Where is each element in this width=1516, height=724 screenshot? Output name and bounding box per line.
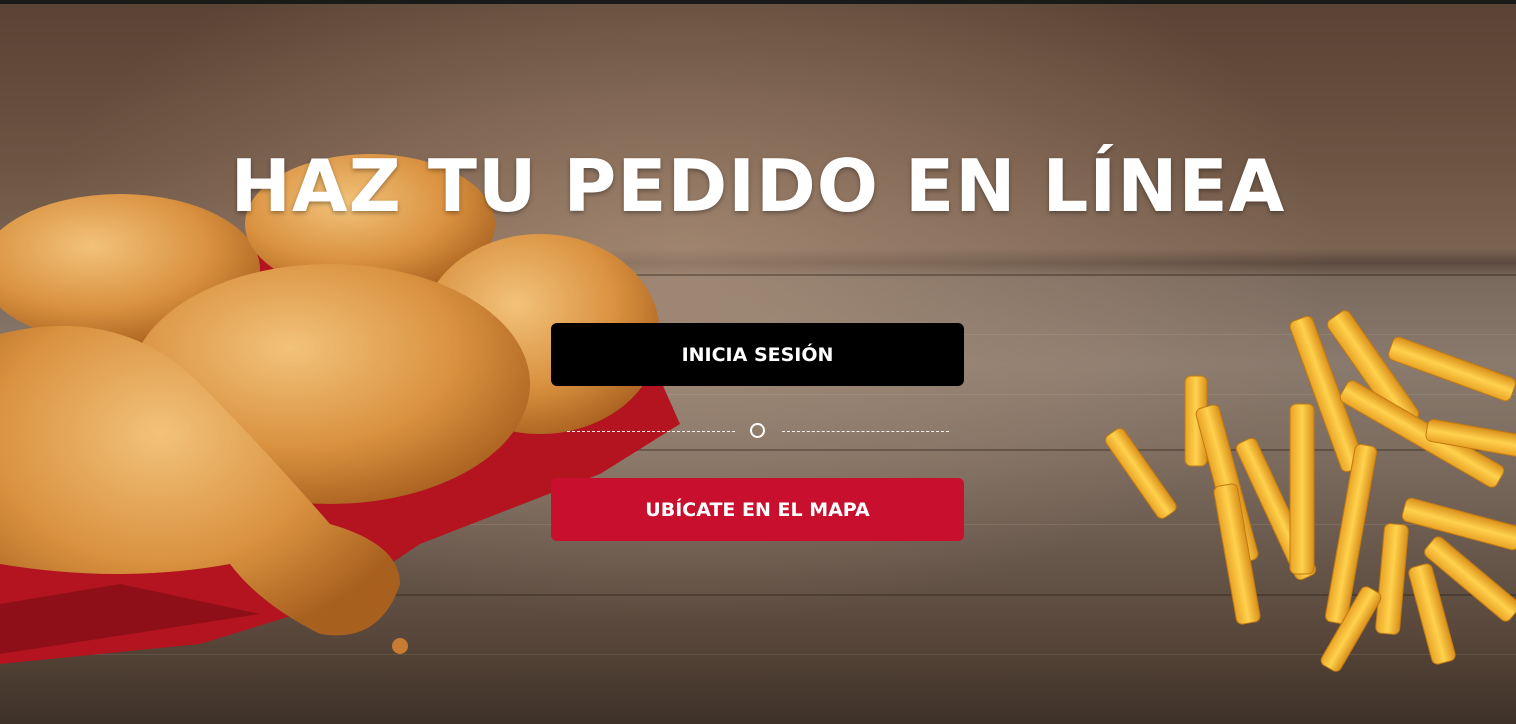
divider-line-left: [567, 431, 735, 432]
or-divider: [567, 423, 949, 439]
divider-line-right: [782, 431, 949, 432]
locate-on-map-button[interactable]: UBÍCATE EN EL MAPA: [551, 478, 964, 541]
page-title: HAZ TU PEDIDO EN LÍNEA: [230, 144, 1286, 228]
login-button[interactable]: INICIA SESIÓN: [551, 323, 964, 386]
divider-or-marker: [750, 423, 765, 438]
hero-section: HAZ TU PEDIDO EN LÍNEA INICIA SESIÓN UBÍ…: [0, 0, 1516, 724]
